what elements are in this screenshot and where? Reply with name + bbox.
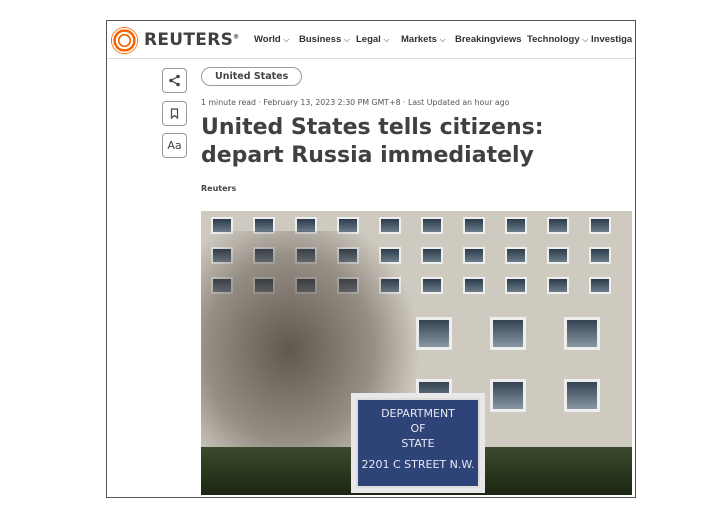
sign-line: STATE xyxy=(401,437,435,450)
font-size-button[interactable]: Aa xyxy=(162,133,187,158)
sign-line: 2201 C STREET N.W. xyxy=(361,458,475,471)
site-header: REUTERS® World ⌵ Business ⌵ Legal ⌵ Mark… xyxy=(107,21,635,59)
window xyxy=(589,277,611,294)
window xyxy=(421,247,443,264)
window xyxy=(547,247,569,264)
article-meta: 1 minute read · February 13, 2023 2:30 P… xyxy=(201,98,510,107)
window xyxy=(564,317,600,350)
window xyxy=(421,217,443,234)
chevron-down-icon: ⌵ xyxy=(439,35,446,44)
window xyxy=(589,217,611,234)
bookmark-icon xyxy=(170,108,179,119)
nav-world[interactable]: World ⌵ xyxy=(254,34,289,45)
byline[interactable]: Reuters xyxy=(201,184,236,193)
sign-line: DEPARTMENT xyxy=(381,407,455,420)
article-title: United States tells citizens: depart Rus… xyxy=(201,115,544,168)
chevron-down-icon: ⌵ xyxy=(383,35,390,44)
browser-frame: REUTERS® World ⌵ Business ⌵ Legal ⌵ Mark… xyxy=(106,20,636,498)
window xyxy=(505,247,527,264)
nav-investigations[interactable]: Investiga xyxy=(591,34,632,45)
article-photo[interactable]: DEPARTMENT OF STATE 2201 C STREET N.W. xyxy=(201,211,632,495)
window xyxy=(490,317,526,350)
nav-business[interactable]: Business ⌵ xyxy=(299,34,350,45)
window xyxy=(463,247,485,264)
main-nav: World ⌵ Business ⌵ Legal ⌵ Markets ⌵ Bre… xyxy=(107,34,635,48)
window xyxy=(421,277,443,294)
window xyxy=(589,247,611,264)
department-of-state-sign: DEPARTMENT OF STATE 2201 C STREET N.W. xyxy=(351,393,485,493)
chevron-down-icon: ⌵ xyxy=(283,35,290,44)
window xyxy=(490,379,526,412)
window xyxy=(463,217,485,234)
nav-label: Markets xyxy=(401,34,437,45)
sign-line: OF xyxy=(410,422,426,435)
bookmark-button[interactable] xyxy=(162,101,187,126)
window xyxy=(505,217,527,234)
nav-label: World xyxy=(254,34,281,45)
share-icon xyxy=(169,74,180,87)
nav-label: Legal xyxy=(356,34,381,45)
window xyxy=(547,217,569,234)
nav-label: Business xyxy=(299,34,342,45)
share-button[interactable] xyxy=(162,68,187,93)
window xyxy=(564,379,600,412)
window xyxy=(505,277,527,294)
nav-breakingviews[interactable]: Breakingviews xyxy=(455,34,522,45)
nav-legal[interactable]: Legal ⌵ xyxy=(356,34,390,45)
window xyxy=(547,277,569,294)
chevron-down-icon: ⌵ xyxy=(582,35,589,44)
nav-markets[interactable]: Markets ⌵ xyxy=(401,34,446,45)
window xyxy=(463,277,485,294)
window xyxy=(416,317,452,350)
topic-tag[interactable]: United States xyxy=(201,67,303,86)
chevron-down-icon: ⌵ xyxy=(343,35,350,44)
nav-technology[interactable]: Technology ⌵ xyxy=(527,34,588,45)
nav-label: Technology xyxy=(527,34,580,45)
